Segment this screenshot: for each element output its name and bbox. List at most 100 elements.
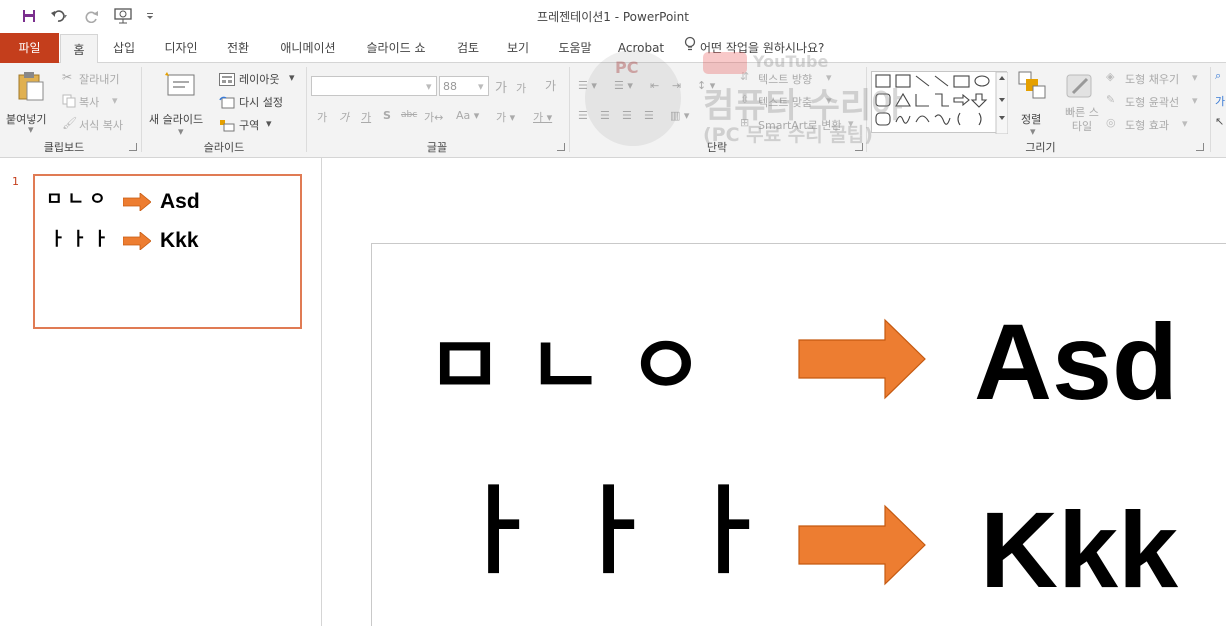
tab-acrobat[interactable]: Acrobat	[612, 33, 670, 63]
drawing-launcher-icon[interactable]	[1196, 143, 1204, 151]
smartart-button[interactable]: ⊞ SmartArt로 변환 ▾	[740, 116, 865, 132]
paste-dropdown-icon: ▾	[28, 123, 34, 136]
justify-icon[interactable]: ☰	[644, 109, 654, 122]
reset-button[interactable]: 다시 설정	[218, 92, 303, 110]
shape-fill-icon: ◈	[1106, 70, 1115, 83]
slide-row2-left-text[interactable]: ㅏ ㅏ ㅏ	[452, 484, 770, 580]
increase-indent-icon[interactable]: ⇥	[672, 79, 681, 92]
clipboard-launcher-icon[interactable]	[129, 143, 137, 151]
char-spacing-icon[interactable]: 가↔	[424, 109, 443, 125]
shape-outline-button[interactable]: ✎ 도형 윤곽선 ▾	[1106, 93, 1206, 109]
new-slide-label: 새 슬라이드	[149, 113, 204, 126]
format-painter-button[interactable]: 🖌 서식 복사	[60, 115, 135, 133]
group-divider	[1210, 67, 1211, 152]
reset-label: 다시 설정	[239, 96, 283, 109]
paste-label: 붙여넣기	[6, 113, 47, 126]
slide-thumbnail[interactable]: ㅁ ㄴ ㅇ Asd ㅏ ㅏ ㅏ Kkk	[33, 174, 302, 329]
section-dropdown-icon: ▾	[266, 117, 272, 130]
decrease-indent-icon[interactable]: ⇤	[650, 79, 659, 92]
bullets-icon[interactable]: ☰ ▾	[578, 79, 597, 92]
tab-review[interactable]: 검토	[448, 33, 488, 63]
font-size-value: 88	[443, 80, 457, 93]
window-title: 프레젠테이션1 - PowerPoint	[537, 10, 689, 24]
reset-icon	[219, 94, 235, 113]
numbering-icon[interactable]: ☰ ▾	[614, 79, 633, 92]
change-case-icon[interactable]: Aa ▾	[456, 109, 479, 122]
tab-file[interactable]: 파일	[0, 33, 59, 63]
thumb-row1-arrow	[123, 193, 151, 211]
tell-me-box[interactable]: 어떤 작업을 원하시나요?	[684, 33, 854, 63]
tab-help[interactable]: 도움말	[550, 33, 600, 63]
quick-styles-button[interactable]: 빠른 스타일	[1058, 69, 1104, 135]
slide-row1-arrow[interactable]	[798, 318, 928, 400]
grow-font-icon[interactable]: 가	[495, 77, 507, 96]
layout-dropdown-icon: ▾	[289, 71, 295, 84]
cut-label: 잘라내기	[79, 73, 120, 86]
select-icon[interactable]: ↖	[1215, 115, 1224, 128]
shape-effects-label: 도형 효과	[1125, 119, 1169, 132]
font-name-dropdown-icon: ▾	[426, 80, 432, 93]
bold-icon[interactable]: 가	[317, 109, 327, 125]
tab-home[interactable]: 홈	[60, 34, 98, 64]
slide-row1-left-text[interactable]: ㅁ ㄴ ㅇ	[426, 324, 705, 408]
quick-styles-icon	[1065, 71, 1095, 105]
strikethrough-icon[interactable]: abc	[401, 110, 417, 120]
highlight-icon[interactable]: 가 ▾	[496, 109, 515, 125]
italic-icon[interactable]: 가	[339, 109, 349, 125]
replace-icon[interactable]: 가	[1215, 93, 1225, 109]
tell-me-text: 어떤 작업을 원하시나요?	[700, 41, 825, 55]
copy-icon	[62, 93, 76, 112]
shape-fill-button[interactable]: ◈ 도형 채우기 ▾	[1106, 70, 1206, 86]
thumb-row1-right: Asd	[160, 190, 200, 213]
slide-row2-right-text[interactable]: Kkk	[980, 496, 1178, 604]
shadow-icon[interactable]: S	[383, 109, 391, 122]
font-launcher-icon[interactable]	[557, 143, 565, 151]
align-text-button[interactable]: ⇳ 텍스트 맞춤 ▾	[740, 93, 860, 109]
tab-slideshow[interactable]: 슬라이드 쇼	[356, 33, 436, 63]
copy-button[interactable]: 복사 ▾	[60, 92, 135, 110]
group-divider	[141, 67, 142, 152]
layout-label: 레이아웃	[239, 73, 280, 86]
shape-outline-label: 도형 윤곽선	[1125, 96, 1180, 109]
text-direction-icon: ⇵	[740, 70, 750, 83]
clear-format-icon[interactable]: 가	[545, 77, 556, 94]
arrange-button[interactable]: 정렬 ▾	[1010, 69, 1056, 138]
paragraph-group-label: 단락	[706, 141, 728, 154]
shrink-font-icon[interactable]: 가	[516, 80, 526, 96]
text-direction-button[interactable]: ⇵ 텍스트 방향 ▾	[740, 70, 860, 86]
new-slide-button[interactable]: 새 슬라이드 ▾	[146, 69, 216, 138]
paste-button[interactable]: 붙여넣기 ▾	[6, 69, 56, 136]
shape-effects-button[interactable]: ◎ 도형 효과 ▾	[1106, 116, 1206, 132]
layout-button[interactable]: 레이아웃 ▾	[218, 69, 303, 87]
columns-icon[interactable]: ▥ ▾	[670, 109, 689, 122]
align-right-icon[interactable]: ☰	[622, 109, 632, 122]
format-painter-icon: 🖌	[62, 116, 78, 130]
align-center-icon[interactable]: ☰	[600, 109, 610, 122]
slide-number: 1	[12, 175, 19, 188]
section-button[interactable]: 구역 ▾	[218, 115, 303, 133]
new-slide-dropdown-icon: ▾	[178, 125, 184, 138]
tab-design[interactable]: 디자인	[156, 33, 206, 63]
line-spacing-icon[interactable]: ↕ ▾	[697, 79, 715, 92]
font-color-icon[interactable]: 가 ▾	[533, 109, 552, 125]
ribbon-tabs: 파일 홈 삽입 디자인 전환 애니메이션 슬라이드 쇼 검토 보기 도움말 Ac…	[0, 33, 1226, 64]
cut-button[interactable]: ✂ 잘라내기	[60, 69, 135, 87]
slide-row2-arrow[interactable]	[798, 504, 928, 586]
slide-canvas[interactable]: ㅁ ㄴ ㅇ Asd ㅏ ㅏ ㅏ Kkk	[371, 243, 1226, 626]
tab-animations[interactable]: 애니메이션	[270, 33, 346, 63]
group-divider	[866, 67, 867, 152]
align-left-icon[interactable]: ☰	[578, 109, 588, 122]
find-icon[interactable]: ⌕	[1215, 69, 1221, 83]
shapes-gallery[interactable]	[871, 71, 1009, 135]
font-size-combo[interactable]: 88 ▾	[439, 76, 489, 96]
layout-icon	[219, 71, 235, 90]
font-size-dropdown-icon: ▾	[478, 80, 484, 93]
slide-row1-right-text[interactable]: Asd	[974, 308, 1178, 416]
thumb-row2-arrow	[123, 232, 151, 250]
tab-insert[interactable]: 삽입	[104, 33, 144, 63]
tab-view[interactable]: 보기	[498, 33, 538, 63]
paragraph-launcher-icon[interactable]	[855, 143, 863, 151]
font-name-combo[interactable]: ▾	[311, 76, 437, 96]
underline-icon[interactable]: 가	[361, 109, 371, 125]
tab-transitions[interactable]: 전환	[218, 33, 258, 63]
